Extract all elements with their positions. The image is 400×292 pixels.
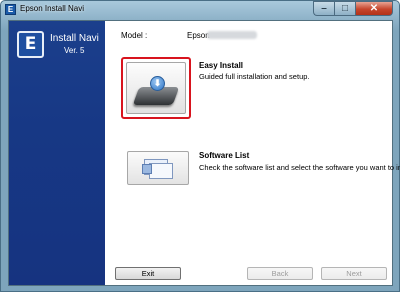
software-list-tile <box>127 151 189 185</box>
model-label: Model : <box>121 31 148 40</box>
easy-install-title: Easy Install <box>199 61 244 70</box>
exit-button[interactable]: Exit <box>115 267 181 280</box>
easy-install-tile: ⬇ <box>126 62 186 114</box>
app-icon: E <box>5 4 16 15</box>
back-button[interactable]: Back <box>247 267 313 280</box>
close-button[interactable]: ✕ <box>355 1 393 16</box>
maximize-button[interactable]: □ <box>334 1 355 16</box>
client-area: E Install Navi Ver. 5 Model : Epson ⬇ Ea… <box>8 20 400 286</box>
easy-install-description: Guided full installation and setup. <box>199 72 310 81</box>
logo-glyph: E <box>24 34 37 54</box>
title-bar[interactable]: E Epson Install Navi – □ ✕ <box>1 1 399 19</box>
window-stack-icon-front <box>149 163 173 179</box>
window-stack-icon-accent <box>142 164 152 174</box>
sidebar-version: Ver. 5 <box>64 46 85 55</box>
software-list-title: Software List <box>199 151 250 160</box>
sidebar: E Install Navi Ver. 5 <box>9 21 105 285</box>
installer-window: E Epson Install Navi – □ ✕ E Install Nav… <box>0 0 400 292</box>
software-list-description: Check the software list and select the s… <box>199 163 400 172</box>
minimize-button[interactable]: – <box>313 1 334 16</box>
window-controls: – □ ✕ <box>313 1 393 17</box>
install-navi-logo-icon: E <box>17 31 44 58</box>
model-name-redacted <box>207 31 257 39</box>
window-title: Epson Install Navi <box>20 4 85 13</box>
easy-install-button[interactable]: ⬇ <box>121 57 191 119</box>
download-arrow-icon: ⬇ <box>150 76 165 91</box>
sidebar-title: Install Navi <box>50 33 99 44</box>
software-list-button[interactable] <box>127 151 189 185</box>
next-button[interactable]: Next <box>321 267 387 280</box>
